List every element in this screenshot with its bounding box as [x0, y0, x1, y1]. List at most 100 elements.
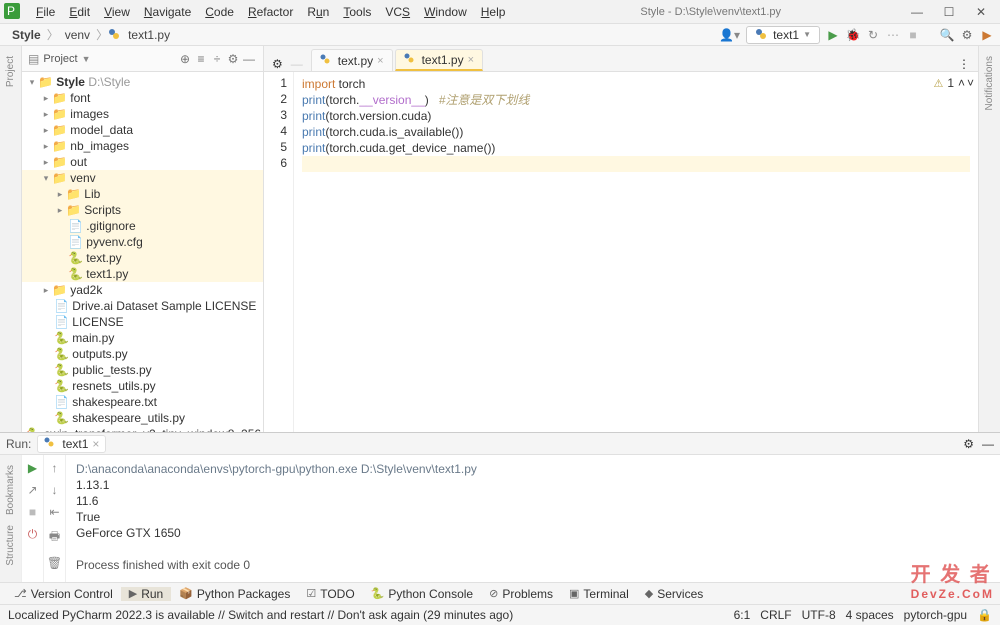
line-separator[interactable]: CRLF: [760, 608, 791, 622]
menu-help[interactable]: Help: [475, 3, 512, 21]
gear-icon[interactable]: ⚙: [272, 57, 283, 71]
tab-text-py[interactable]: text.py×: [311, 49, 393, 71]
tool-terminal[interactable]: ▣ Terminal: [561, 587, 637, 601]
maximize-button[interactable]: ☐: [942, 5, 956, 19]
run-config-selector[interactable]: text1 ▼: [746, 26, 820, 44]
close-tab-icon[interactable]: ×: [377, 55, 383, 67]
tool-run[interactable]: ▶ Run: [121, 587, 171, 601]
menu-view[interactable]: View: [98, 3, 136, 21]
tree-file[interactable]: 🐍 resnets_utils.py: [22, 378, 263, 394]
run-with-coverage-button[interactable]: ↻: [866, 28, 880, 42]
run-config-button[interactable]: ↗: [27, 483, 37, 497]
down-icon[interactable]: ↓: [52, 483, 58, 497]
tree-folder[interactable]: ▸📁 nb_images: [22, 138, 263, 154]
more-run-button[interactable]: ⋯: [886, 28, 900, 42]
debug-button[interactable]: 🐞: [846, 28, 860, 42]
tree-root[interactable]: ▾📁 Style D:\Style: [22, 74, 263, 90]
settings-icon[interactable]: ⚙: [960, 28, 974, 42]
tool-version-control[interactable]: ⎇ Version Control: [6, 587, 121, 601]
prev-highlight-icon[interactable]: ˄: [958, 76, 965, 90]
tab-text1-py[interactable]: text1.py×: [395, 49, 483, 71]
bookmarks-tool-button[interactable]: Bookmarks: [5, 465, 16, 515]
caret-position[interactable]: 6:1: [734, 608, 751, 622]
interpreter-info[interactable]: pytorch-gpu: [904, 608, 967, 622]
tree-file[interactable]: 🐍 shakespeare_utils.py: [22, 410, 263, 426]
tree-file[interactable]: 🐍 text1.py: [22, 266, 263, 282]
print-icon[interactable]: 🖶: [49, 527, 60, 548]
run-panel-tab[interactable]: text1 ×: [37, 435, 106, 453]
clear-icon[interactable]: 🗑: [47, 556, 62, 570]
run-button[interactable]: ▶: [826, 28, 840, 42]
project-tree[interactable]: ▾📁 Style D:\Style ▸📁 font ▸📁 images ▸📁 m…: [22, 72, 263, 432]
tree-folder[interactable]: ▸📁 model_data: [22, 122, 263, 138]
exit-button[interactable]: ⏻: [28, 527, 38, 542]
tree-folder[interactable]: ▸📁 Scripts: [22, 202, 263, 218]
menu-window[interactable]: Window: [418, 3, 473, 21]
run-output[interactable]: D:\anaconda\anaconda\envs\pytorch-gpu\py…: [66, 455, 1000, 582]
whats-new-icon[interactable]: ▶: [980, 28, 994, 42]
menu-edit[interactable]: Edit: [63, 3, 96, 21]
status-message[interactable]: Localized PyCharm 2022.3 is available //…: [8, 608, 513, 622]
minimize-button[interactable]: ―: [910, 5, 924, 19]
next-highlight-icon[interactable]: ˅: [967, 76, 974, 90]
tree-folder[interactable]: ▸📁 Lib: [22, 186, 263, 202]
sidebar-settings-icon[interactable]: ⚙: [225, 52, 241, 66]
expand-icon[interactable]: ≡: [193, 52, 209, 66]
tool-todo[interactable]: ☑ TODO: [298, 587, 362, 601]
tree-file[interactable]: 🐍 text.py: [22, 250, 263, 266]
run-settings-icon[interactable]: ⚙: [963, 437, 974, 451]
menu-tools[interactable]: Tools: [337, 3, 377, 21]
close-tab-icon[interactable]: ×: [468, 54, 474, 66]
tree-file[interactable]: 📄 shakespeare.txt: [22, 394, 263, 410]
sidebar-title[interactable]: Project: [43, 53, 77, 65]
tree-file[interactable]: 📄 pyvenv.cfg: [22, 234, 263, 250]
tool-problems[interactable]: ⊘ Problems: [481, 587, 561, 601]
soft-wrap-icon[interactable]: ⇤: [49, 505, 59, 519]
tabs-more-icon[interactable]: ⋮: [958, 57, 970, 71]
tree-file[interactable]: 🐍 outputs.py: [22, 346, 263, 362]
menu-refactor[interactable]: Refactor: [242, 3, 299, 21]
collapse-icon[interactable]: ÷: [209, 52, 225, 66]
tree-file[interactable]: 📄 LICENSE: [22, 314, 263, 330]
breadcrumb-folder[interactable]: venv: [59, 27, 96, 43]
menu-vcs[interactable]: VCS: [379, 3, 416, 21]
tree-folder[interactable]: ▸📁 font: [22, 90, 263, 106]
tree-file[interactable]: 🐍 swin_transformer_v2_tiny_window8_256_i…: [22, 426, 263, 432]
tool-python-packages[interactable]: 📦 Python Packages: [171, 587, 298, 601]
search-icon[interactable]: 🔍: [940, 28, 954, 42]
tree-file[interactable]: 🐍 public_tests.py: [22, 362, 263, 378]
stop-button[interactable]: ■: [906, 28, 920, 42]
tree-file[interactable]: 🐍 main.py: [22, 330, 263, 346]
tree-file[interactable]: 📄 Drive.ai Dataset Sample LICENSE: [22, 298, 263, 314]
menu-file[interactable]: File: [30, 3, 61, 21]
tree-folder-venv[interactable]: ▾📁 venv: [22, 170, 263, 186]
up-icon[interactable]: ↑: [52, 461, 58, 475]
breadcrumb-file[interactable]: text1.py: [122, 27, 176, 43]
close-button[interactable]: ✕: [974, 5, 988, 19]
hide-icon[interactable]: ―: [241, 52, 257, 66]
tree-folder[interactable]: ▸📁 out: [22, 154, 263, 170]
stop-button[interactable]: ■: [29, 505, 36, 519]
rerun-button[interactable]: ▶: [28, 461, 37, 475]
tool-python-console[interactable]: 🐍 Python Console: [363, 587, 481, 601]
indent-info[interactable]: 4 spaces: [846, 608, 894, 622]
file-encoding[interactable]: UTF-8: [802, 608, 836, 622]
code-area[interactable]: 123456 import torch print(torch.__versio…: [264, 72, 978, 432]
hide-panel-icon[interactable]: ―: [982, 437, 994, 451]
project-tool-button[interactable]: Project: [5, 56, 16, 87]
tool-services[interactable]: ◆ Services: [637, 587, 711, 601]
breadcrumb-root[interactable]: Style: [6, 27, 47, 43]
tree-folder[interactable]: ▸📁 yad2k: [22, 282, 263, 298]
locate-icon[interactable]: ⊕: [177, 52, 193, 66]
menu-navigate[interactable]: Navigate: [138, 3, 197, 21]
user-icon[interactable]: 👤▾: [719, 28, 740, 42]
structure-tool-button[interactable]: Structure: [5, 525, 16, 566]
tree-file[interactable]: 📄 .gitignore: [22, 218, 263, 234]
warnings-badge[interactable]: ⚠1: [933, 76, 954, 90]
lock-icon[interactable]: 🔒: [977, 608, 992, 622]
menu-code[interactable]: Code: [199, 3, 240, 21]
tree-folder[interactable]: ▸📁 images: [22, 106, 263, 122]
chevron-down-icon[interactable]: ▼: [82, 54, 91, 64]
notifications-tool-button[interactable]: Notifications: [984, 56, 995, 110]
menu-run[interactable]: Run: [301, 3, 335, 21]
